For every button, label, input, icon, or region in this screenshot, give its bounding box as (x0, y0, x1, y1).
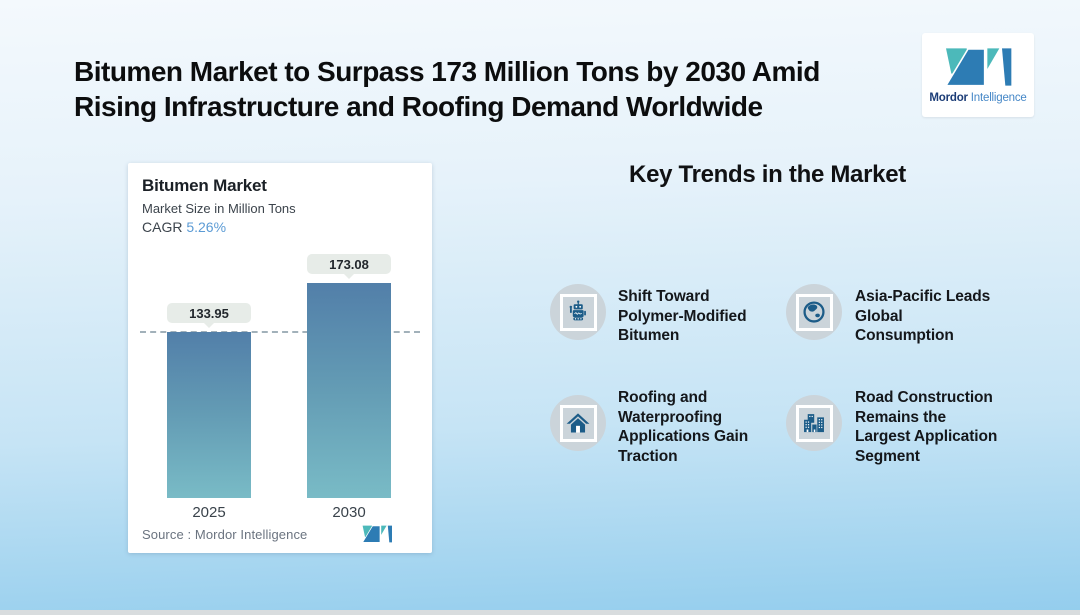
chart-cagr: CAGR 5.26% (142, 219, 226, 235)
axis-label-2030: 2030 (332, 504, 366, 521)
axis-label-2025: 2025 (192, 504, 226, 521)
robot-icon (569, 300, 586, 321)
bar-2030 (307, 283, 391, 498)
bar-value-label: 173.08 (307, 254, 391, 279)
icon-frame (795, 293, 833, 331)
mordor-intelligence-logo-icon (944, 47, 1012, 86)
home-icon (566, 413, 590, 433)
cagr-value: 5.26% (186, 219, 227, 235)
trend-text-roofing: Roofing and Waterproofing Applications G… (618, 389, 749, 465)
source-attribution: Source : Mordor Intelligence (142, 527, 308, 542)
brand-wordmark: Mordor Intelligence (929, 91, 1027, 104)
page-title: Bitumen Market to Surpass 173 Million To… (74, 56, 820, 122)
key-trends-heading: Key Trends in the Market (629, 161, 906, 188)
trend-text-asia-pacific: Asia-Pacific Leads Global Consumption (855, 288, 991, 344)
bar-value-label: 133.95 (167, 303, 251, 328)
trend-text-polymer: Shift Toward Polymer-Modified Bitumen (618, 288, 747, 344)
bottom-edge-strip (0, 610, 1080, 615)
chart-subtitle: Market Size in Million Tons (142, 201, 296, 216)
cagr-label: CAGR (142, 219, 187, 235)
trend-icon-road-construction (786, 395, 842, 451)
brand-logo: Mordor Intelligence (922, 33, 1034, 117)
icon-frame (559, 404, 597, 442)
globe-icon (803, 301, 825, 323)
infographic-canvas: Bitumen Market to Surpass 173 Million To… (0, 0, 1080, 615)
trend-icon-asia-pacific (786, 284, 842, 340)
trend-icon-roofing (550, 395, 606, 451)
mini-brand-logo-icon (361, 525, 392, 543)
trend-icon-polymer (550, 284, 606, 340)
bar-2025 (167, 332, 251, 498)
icon-frame (559, 293, 597, 331)
icon-frame (795, 404, 833, 442)
buildings-icon (804, 414, 824, 433)
trend-text-road-construction: Road Construction Remains the Largest Ap… (855, 389, 998, 465)
bar-chart-plot: 133.95 2025 173.08 2030 (140, 253, 420, 521)
chart-title: Bitumen Market (142, 176, 267, 195)
market-chart-card: Bitumen Market Market Size in Million To… (128, 163, 432, 553)
